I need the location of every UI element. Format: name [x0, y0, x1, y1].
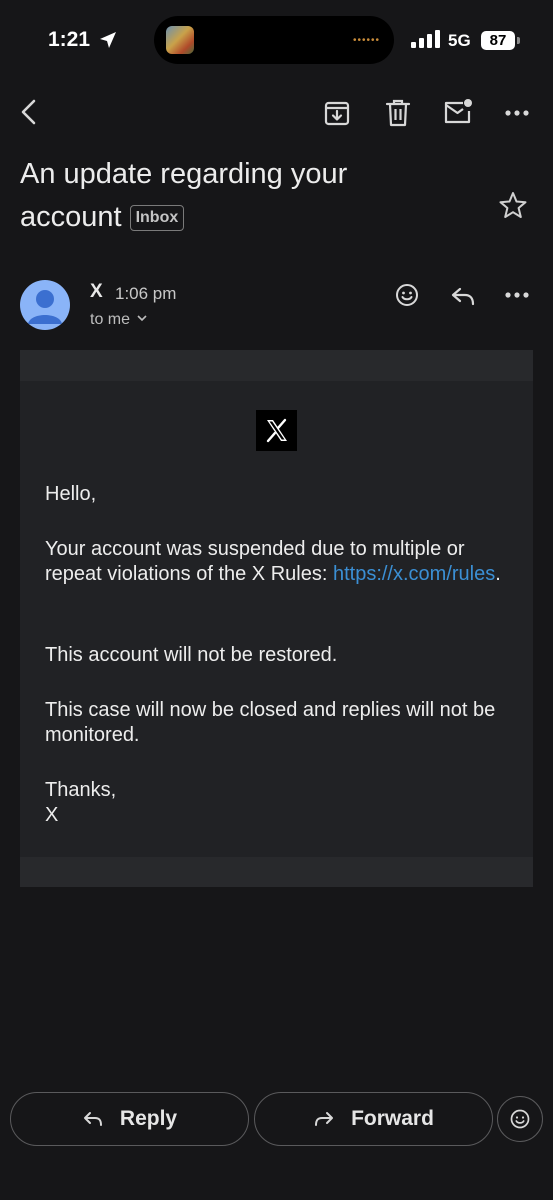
reply-label: Reply	[119, 1107, 178, 1130]
x-logo-icon	[256, 410, 297, 451]
signature: X	[45, 804, 59, 826]
paragraph-suspension: Your account was suspended due to multip…	[45, 537, 515, 587]
signoff: Thanks,	[45, 779, 117, 801]
recipient-label: to me	[90, 311, 131, 328]
reply-icon	[83, 1112, 102, 1126]
battery-icon	[517, 37, 520, 44]
star-icon[interactable]	[498, 190, 528, 220]
delete-icon[interactable]	[384, 98, 412, 128]
add-reaction-icon[interactable]	[395, 283, 419, 307]
battery-level: 87	[481, 31, 515, 50]
emoji-icon	[510, 1109, 530, 1129]
forward-label: Forward	[351, 1107, 434, 1130]
greeting: Hello,	[45, 483, 97, 505]
inbox-label-badge[interactable]: Inbox	[129, 205, 185, 231]
recipient-details[interactable]: to me	[90, 311, 148, 329]
forward-icon	[315, 1112, 334, 1126]
back-arrow-icon[interactable]	[18, 98, 40, 126]
x-rules-link[interactable]: https://x.com/rules	[333, 563, 495, 585]
audio-waveform-icon: ••••••	[352, 35, 380, 46]
message-more-icon[interactable]	[505, 283, 529, 307]
network-type: 5G	[448, 31, 471, 50]
cellular-signal-icon	[411, 30, 440, 48]
status-time: 1:21	[48, 28, 91, 51]
mark-unread-icon[interactable]	[442, 97, 474, 127]
reply-icon[interactable]	[450, 285, 476, 307]
email-subject: An update regarding your account Inbox	[20, 153, 440, 239]
archive-icon[interactable]	[323, 99, 351, 127]
paragraph-not-restored: This account will not be restored.	[45, 644, 338, 666]
paragraph-suspension-end: .	[495, 563, 501, 585]
more-icon[interactable]	[505, 101, 529, 125]
forward-button[interactable]: Forward	[254, 1092, 493, 1146]
reply-button[interactable]: Reply	[10, 1092, 249, 1146]
dynamic-island[interactable]: ••••••	[154, 16, 394, 64]
chevron-down-icon	[137, 315, 148, 322]
email-time: 1:06 pm	[115, 284, 177, 303]
sender-avatar[interactable]	[20, 280, 70, 330]
now-playing-artwork	[166, 26, 194, 54]
sender-name[interactable]: X	[90, 281, 103, 303]
person-icon	[28, 290, 62, 324]
paragraph-case-closed: This case will now be closed and replies…	[45, 699, 496, 746]
react-button[interactable]	[497, 1096, 543, 1142]
location-arrow-icon	[100, 32, 116, 48]
